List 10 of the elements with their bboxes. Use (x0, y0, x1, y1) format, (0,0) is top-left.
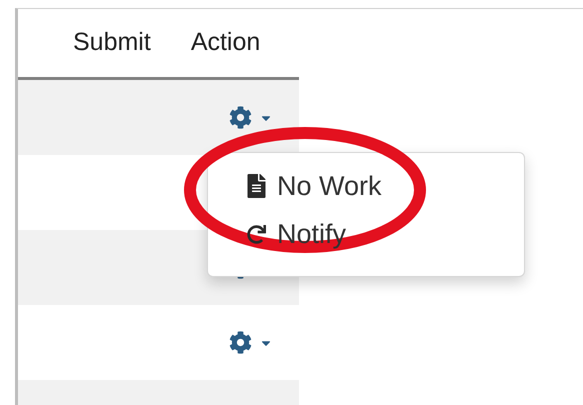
settings-icon (229, 331, 252, 354)
column-header: Submit (73, 27, 151, 58)
settings-dropdown-button[interactable] (229, 106, 273, 129)
menu-item[interactable]: No Work (208, 169, 524, 203)
settings-icon (229, 106, 252, 129)
menu-item-label: No Work (277, 170, 382, 203)
column-header: Action (190, 27, 260, 58)
settings-dropdown-button[interactable] (229, 331, 273, 354)
document-icon (246, 174, 267, 198)
refresh-icon (247, 224, 266, 244)
